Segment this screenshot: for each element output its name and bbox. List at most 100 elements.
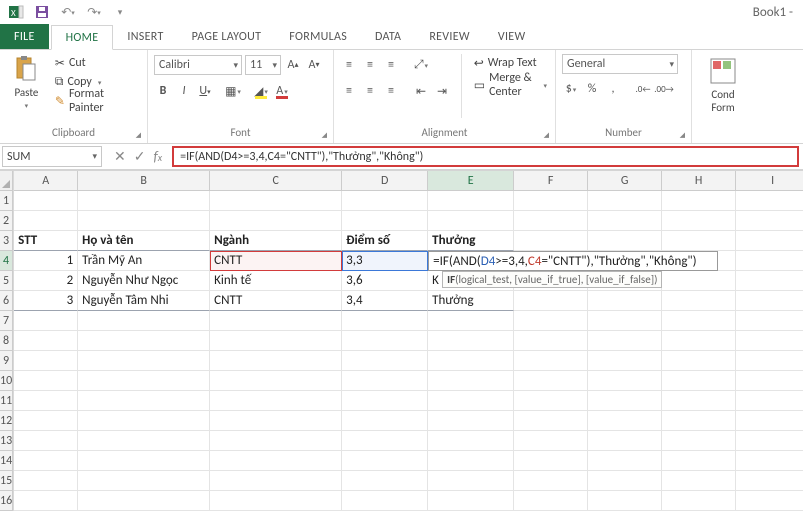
accounting-format-button[interactable]: $ <box>562 80 580 98</box>
cell[interactable] <box>14 411 78 431</box>
align-center-icon[interactable]: ≡ <box>361 82 379 100</box>
cell-hoten[interactable]: Trần Mỹ An <box>78 251 210 271</box>
cell[interactable] <box>662 411 736 431</box>
cell[interactable] <box>662 491 736 511</box>
tab-home[interactable]: HOME <box>51 25 114 50</box>
cell[interactable] <box>588 191 662 211</box>
cell[interactable] <box>210 451 342 471</box>
header-thuong[interactable]: Thưởng <box>428 231 514 251</box>
cell[interactable] <box>662 271 736 291</box>
row-header-16[interactable]: 16 <box>0 491 13 511</box>
cell-diem[interactable]: 3,6 <box>342 271 428 291</box>
percent-format-button[interactable]: % <box>583 80 601 98</box>
cell[interactable] <box>78 211 210 231</box>
cell[interactable] <box>14 331 78 351</box>
cell[interactable] <box>14 391 78 411</box>
cell[interactable] <box>14 491 78 511</box>
align-top-icon[interactable]: ≡ <box>340 56 358 74</box>
align-right-icon[interactable]: ≡ <box>382 82 400 100</box>
cell[interactable] <box>78 491 210 511</box>
format-painter-button[interactable]: ✎ Format Painter <box>53 92 141 110</box>
cell[interactable] <box>588 311 662 331</box>
row-header-13[interactable]: 13 <box>0 431 13 451</box>
cell[interactable] <box>588 231 662 251</box>
cell[interactable] <box>210 331 342 351</box>
spreadsheet-grid[interactable]: 12345678910111213141516 ABCDEFGHI STTHọ … <box>0 171 803 511</box>
cell[interactable] <box>428 411 514 431</box>
comma-format-button[interactable]: , <box>604 80 622 98</box>
formula-bar[interactable]: =IF(AND(D4>=3,4,C4="CNTT"),"Thưởng","Khô… <box>172 146 799 167</box>
cell[interactable] <box>210 191 342 211</box>
fx-icon[interactable]: fx <box>153 148 162 165</box>
merge-center-button[interactable]: ▭ Merge & Center▾ <box>472 76 549 94</box>
cell[interactable] <box>662 231 736 251</box>
cell-nganh[interactable]: Kinh tế <box>210 271 342 291</box>
cancel-formula-icon[interactable]: ✕ <box>114 148 126 165</box>
cell[interactable] <box>210 431 342 451</box>
cell[interactable] <box>78 331 210 351</box>
cell[interactable] <box>14 431 78 451</box>
italic-button[interactable]: I <box>175 82 193 100</box>
cut-button[interactable]: ✂ Cut <box>53 54 141 72</box>
cell[interactable] <box>342 391 428 411</box>
wrap-text-button[interactable]: ↩ Wrap Text <box>472 54 549 72</box>
cell-thuong[interactable]: Thưởng <box>428 291 514 311</box>
cell[interactable] <box>588 431 662 451</box>
cell[interactable] <box>514 291 588 311</box>
cell[interactable] <box>662 391 736 411</box>
cell[interactable] <box>342 331 428 351</box>
row-header-10[interactable]: 10 <box>0 371 13 391</box>
row-header-11[interactable]: 11 <box>0 391 13 411</box>
cell[interactable] <box>342 451 428 471</box>
column-header-D[interactable]: D <box>342 171 428 191</box>
cell[interactable] <box>14 311 78 331</box>
cell[interactable] <box>662 431 736 451</box>
cell[interactable] <box>428 191 514 211</box>
row-header-7[interactable]: 7 <box>0 311 13 331</box>
cell[interactable] <box>78 191 210 211</box>
cell-stt[interactable]: 3 <box>14 291 78 311</box>
cell[interactable] <box>736 291 803 311</box>
row-header-6[interactable]: 6 <box>0 291 13 311</box>
cell[interactable] <box>428 451 514 471</box>
cell[interactable] <box>736 371 803 391</box>
cell[interactable] <box>736 231 803 251</box>
cell[interactable] <box>78 311 210 331</box>
font-size-select[interactable]: 11 <box>245 55 281 75</box>
cell[interactable] <box>588 291 662 311</box>
fill-color-button[interactable]: ◢ <box>252 82 270 100</box>
cell[interactable] <box>428 351 514 371</box>
cell[interactable] <box>78 451 210 471</box>
column-header-C[interactable]: C <box>210 171 342 191</box>
cell-editing[interactable]: =IF(AND(D4>=3,4,C4="CNTT"),"Thưởng","Khô… <box>428 251 514 271</box>
cell[interactable] <box>342 351 428 371</box>
increase-indent-icon[interactable]: ⇥ <box>433 82 451 100</box>
cell[interactable] <box>736 431 803 451</box>
cell[interactable] <box>14 371 78 391</box>
cell-hoten[interactable]: Nguyễn Tâm Nhi <box>78 291 210 311</box>
cell[interactable] <box>514 211 588 231</box>
cell[interactable] <box>662 371 736 391</box>
cell[interactable] <box>428 311 514 331</box>
cell[interactable] <box>662 291 736 311</box>
header-hoten[interactable]: Họ và tên <box>78 231 210 251</box>
tab-data[interactable]: DATA <box>361 24 415 49</box>
cell[interactable] <box>342 211 428 231</box>
cell[interactable] <box>514 351 588 371</box>
column-header-E[interactable]: E <box>428 171 514 191</box>
tab-insert[interactable]: INSERT <box>113 24 177 49</box>
row-header-5[interactable]: 5 <box>0 271 13 291</box>
cell[interactable] <box>588 351 662 371</box>
cell[interactable] <box>428 331 514 351</box>
cell[interactable] <box>78 371 210 391</box>
font-family-select[interactable]: Calibri <box>154 55 242 75</box>
cell[interactable] <box>514 191 588 211</box>
cell[interactable] <box>662 351 736 371</box>
header-diem[interactable]: Điểm số <box>342 231 428 251</box>
cell-stt[interactable]: 2 <box>14 271 78 291</box>
cell[interactable] <box>514 451 588 471</box>
cell[interactable] <box>736 471 803 491</box>
column-header-F[interactable]: F <box>514 171 588 191</box>
cell[interactable] <box>428 391 514 411</box>
header-nganh[interactable]: Ngành <box>210 231 342 251</box>
